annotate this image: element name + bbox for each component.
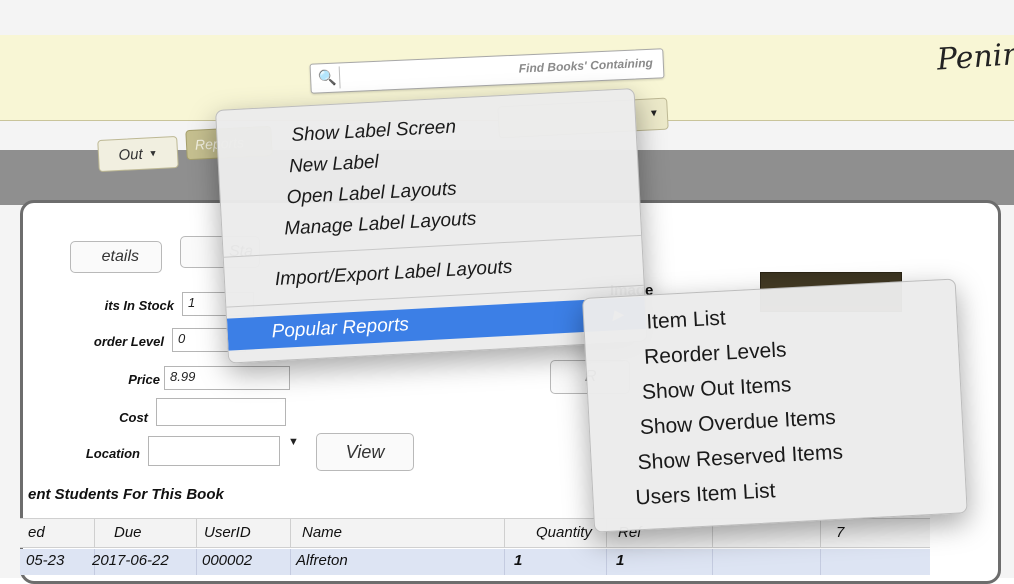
column-header[interactable]: UserID [204,524,251,541]
chevron-down-icon: ▼ [648,108,660,120]
name-cell: Alfreton [296,552,348,569]
ref-cell: 1 [616,552,625,569]
section-title: ent Students For This Book [28,486,224,503]
due-cell: 2017-06-22 [92,552,169,569]
chevron-down-icon: ▼ [148,147,158,159]
cost-label: Cost [119,410,148,425]
location-label: Location [85,446,140,461]
view-button[interactable]: View [316,433,414,471]
location-dropdown-icon[interactable]: ▼ [288,436,299,448]
table-row[interactable]: 05-23 2017-06-22 000002 Alfreton 1 1 [20,549,930,575]
tab-out-label: Out [118,145,144,164]
column-header[interactable]: 7 [836,524,844,541]
column-header[interactable]: ed [28,524,45,541]
table-header: ed Due UserID Name Quantity Ref 7 [20,518,930,548]
search-icon[interactable]: 🔍 [314,66,341,90]
column-header[interactable]: Due [114,524,142,541]
brand-logo: Peninsula [935,32,1014,78]
quantity-cell: 1 [514,552,523,569]
issued-cell: 05-23 [26,552,65,569]
search-placeholder: Find Books' Containing [518,55,654,76]
menu-item-label: Popular Reports [271,314,410,343]
cost-field[interactable] [156,398,286,426]
userid-cell: 000002 [202,552,253,569]
reorder-level-label: order Level [93,334,164,349]
details-button[interactable]: etails [70,241,162,273]
units-in-stock-label: its In Stock [104,298,174,313]
price-label: Price [128,372,160,387]
location-field[interactable] [148,436,280,466]
price-field[interactable]: 8.99 [164,366,290,390]
column-header[interactable]: Quantity [536,524,592,541]
popular-reports-submenu: Item List Reorder Levels Show Out Items … [582,278,968,533]
tab-out[interactable]: Out ▼ [97,135,179,173]
app-window: Peninsula 🔍 Find Books' Containing Out ▼… [0,0,1014,584]
column-header[interactable]: Name [302,524,342,541]
